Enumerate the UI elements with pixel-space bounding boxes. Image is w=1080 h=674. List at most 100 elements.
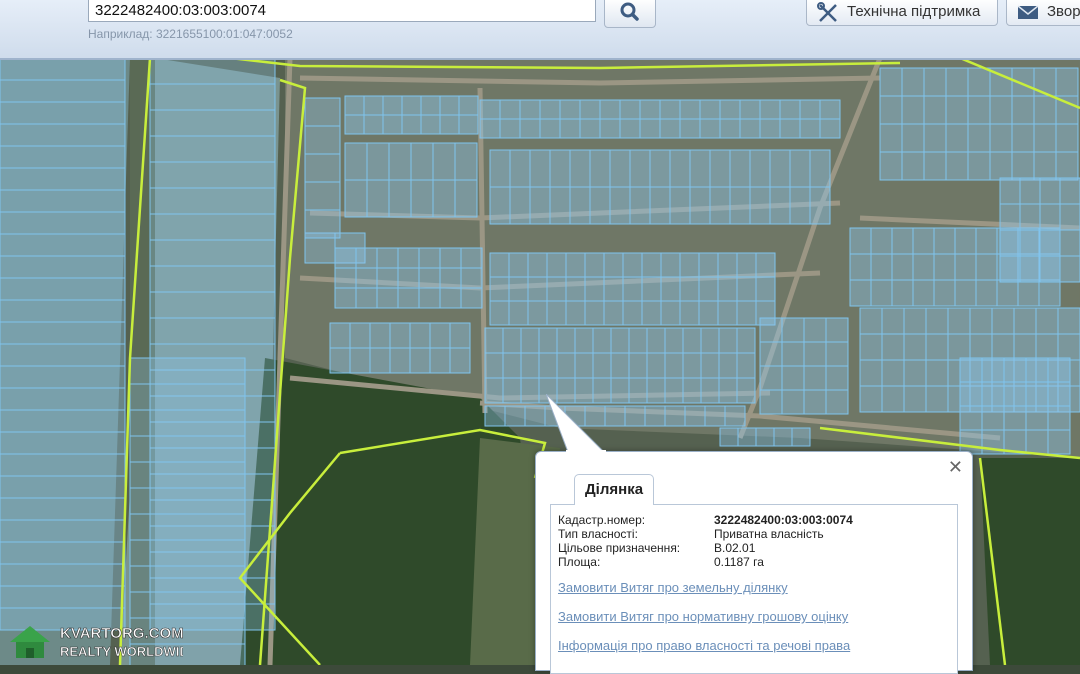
parcel[interactable] — [584, 300, 605, 326]
parcel[interactable] — [0, 563, 126, 587]
parcel[interactable] — [329, 322, 351, 349]
parcel[interactable] — [881, 359, 905, 387]
parcel[interactable] — [789, 149, 811, 188]
parcel[interactable] — [819, 99, 841, 120]
parcel[interactable] — [664, 405, 686, 427]
parcel[interactable] — [803, 317, 827, 343]
parcel[interactable] — [700, 352, 720, 379]
parcel[interactable] — [344, 95, 365, 116]
parcel[interactable] — [527, 276, 548, 302]
parcel[interactable] — [981, 405, 1005, 431]
parcel[interactable] — [912, 279, 935, 307]
parcel[interactable] — [355, 287, 378, 309]
parcel[interactable] — [759, 317, 783, 343]
parcel[interactable] — [1025, 405, 1049, 431]
parcel[interactable] — [773, 427, 793, 447]
parcel[interactable] — [429, 347, 451, 374]
parcel[interactable] — [825, 317, 849, 343]
parcel[interactable] — [609, 149, 631, 188]
parcel[interactable] — [369, 322, 391, 349]
parcel[interactable] — [149, 187, 276, 215]
parcel[interactable] — [502, 327, 522, 354]
parcel[interactable] — [1039, 255, 1061, 283]
parcel[interactable] — [870, 227, 893, 255]
parcel[interactable] — [769, 186, 791, 225]
parcel[interactable] — [0, 585, 126, 609]
parcel[interactable] — [592, 352, 612, 379]
parcel[interactable] — [603, 276, 624, 302]
parcel[interactable] — [418, 247, 441, 269]
parcel[interactable] — [719, 118, 741, 139]
parcel[interactable] — [682, 352, 702, 379]
parcel[interactable] — [1013, 333, 1037, 361]
parcel[interactable] — [502, 352, 522, 379]
parcel[interactable] — [923, 151, 947, 181]
parcel[interactable] — [649, 149, 671, 188]
parcel[interactable] — [454, 179, 478, 218]
parcel[interactable] — [397, 267, 420, 289]
parcel[interactable] — [925, 359, 949, 387]
parcel[interactable] — [700, 327, 720, 354]
parcel[interactable] — [565, 276, 586, 302]
parcel[interactable] — [736, 377, 756, 404]
parcel[interactable] — [759, 389, 783, 415]
parcel[interactable] — [669, 186, 691, 225]
parcel[interactable] — [1047, 405, 1071, 431]
ownership-info-link[interactable]: Інформація про право власності та речові… — [558, 638, 850, 653]
feedback-button[interactable]: Звор — [1006, 0, 1080, 26]
parcel[interactable] — [698, 252, 719, 278]
parcel[interactable] — [304, 125, 341, 155]
parcel[interactable] — [698, 300, 719, 326]
parcel[interactable] — [520, 377, 540, 404]
parcel[interactable] — [519, 99, 541, 120]
parcel[interactable] — [1019, 229, 1041, 257]
tech-support-button[interactable]: Технічна підтримка — [806, 0, 998, 26]
parcel[interactable] — [891, 227, 914, 255]
parcel[interactable] — [609, 186, 631, 225]
parcel[interactable] — [149, 265, 276, 293]
parcel[interactable] — [717, 252, 738, 278]
parcel[interactable] — [870, 253, 893, 281]
parcel[interactable] — [999, 255, 1021, 283]
parcel[interactable] — [923, 95, 947, 125]
search-button[interactable] — [604, 0, 656, 28]
parcel[interactable] — [901, 151, 925, 181]
parcel[interactable] — [891, 279, 914, 307]
parcel[interactable] — [945, 151, 969, 181]
parcel[interactable] — [0, 255, 126, 279]
parcel[interactable] — [489, 300, 510, 326]
parcel[interactable] — [149, 109, 276, 137]
parcel[interactable] — [803, 341, 827, 367]
parcel[interactable] — [724, 405, 746, 427]
parcel[interactable] — [825, 389, 849, 415]
parcel[interactable] — [460, 247, 483, 269]
parcel[interactable] — [999, 203, 1021, 231]
parcel[interactable] — [719, 427, 739, 447]
parcel[interactable] — [334, 247, 357, 269]
parcel[interactable] — [954, 253, 977, 281]
parcel[interactable] — [903, 333, 927, 361]
parcel[interactable] — [996, 279, 1019, 307]
parcel[interactable] — [565, 252, 586, 278]
parcel[interactable] — [923, 123, 947, 153]
parcel[interactable] — [779, 99, 801, 120]
parcel[interactable] — [933, 279, 956, 307]
parcel[interactable] — [989, 123, 1013, 153]
parcel[interactable] — [825, 365, 849, 391]
parcel[interactable] — [149, 239, 276, 267]
parcel[interactable] — [149, 161, 276, 189]
parcel[interactable] — [409, 347, 431, 374]
parcel[interactable] — [975, 253, 998, 281]
order-parcel-extract-link[interactable]: Замовити Витяг про земельну ділянку — [558, 580, 788, 595]
parcel[interactable] — [1055, 123, 1079, 153]
parcel[interactable] — [0, 497, 126, 521]
parcel[interactable] — [0, 431, 126, 455]
parcel[interactable] — [901, 95, 925, 125]
parcel[interactable] — [363, 95, 384, 116]
parcel[interactable] — [682, 377, 702, 404]
parcel[interactable] — [603, 300, 624, 326]
parcel[interactable] — [967, 123, 991, 153]
parcel[interactable] — [700, 377, 720, 404]
parcel[interactable] — [628, 352, 648, 379]
parcel[interactable] — [509, 186, 531, 225]
